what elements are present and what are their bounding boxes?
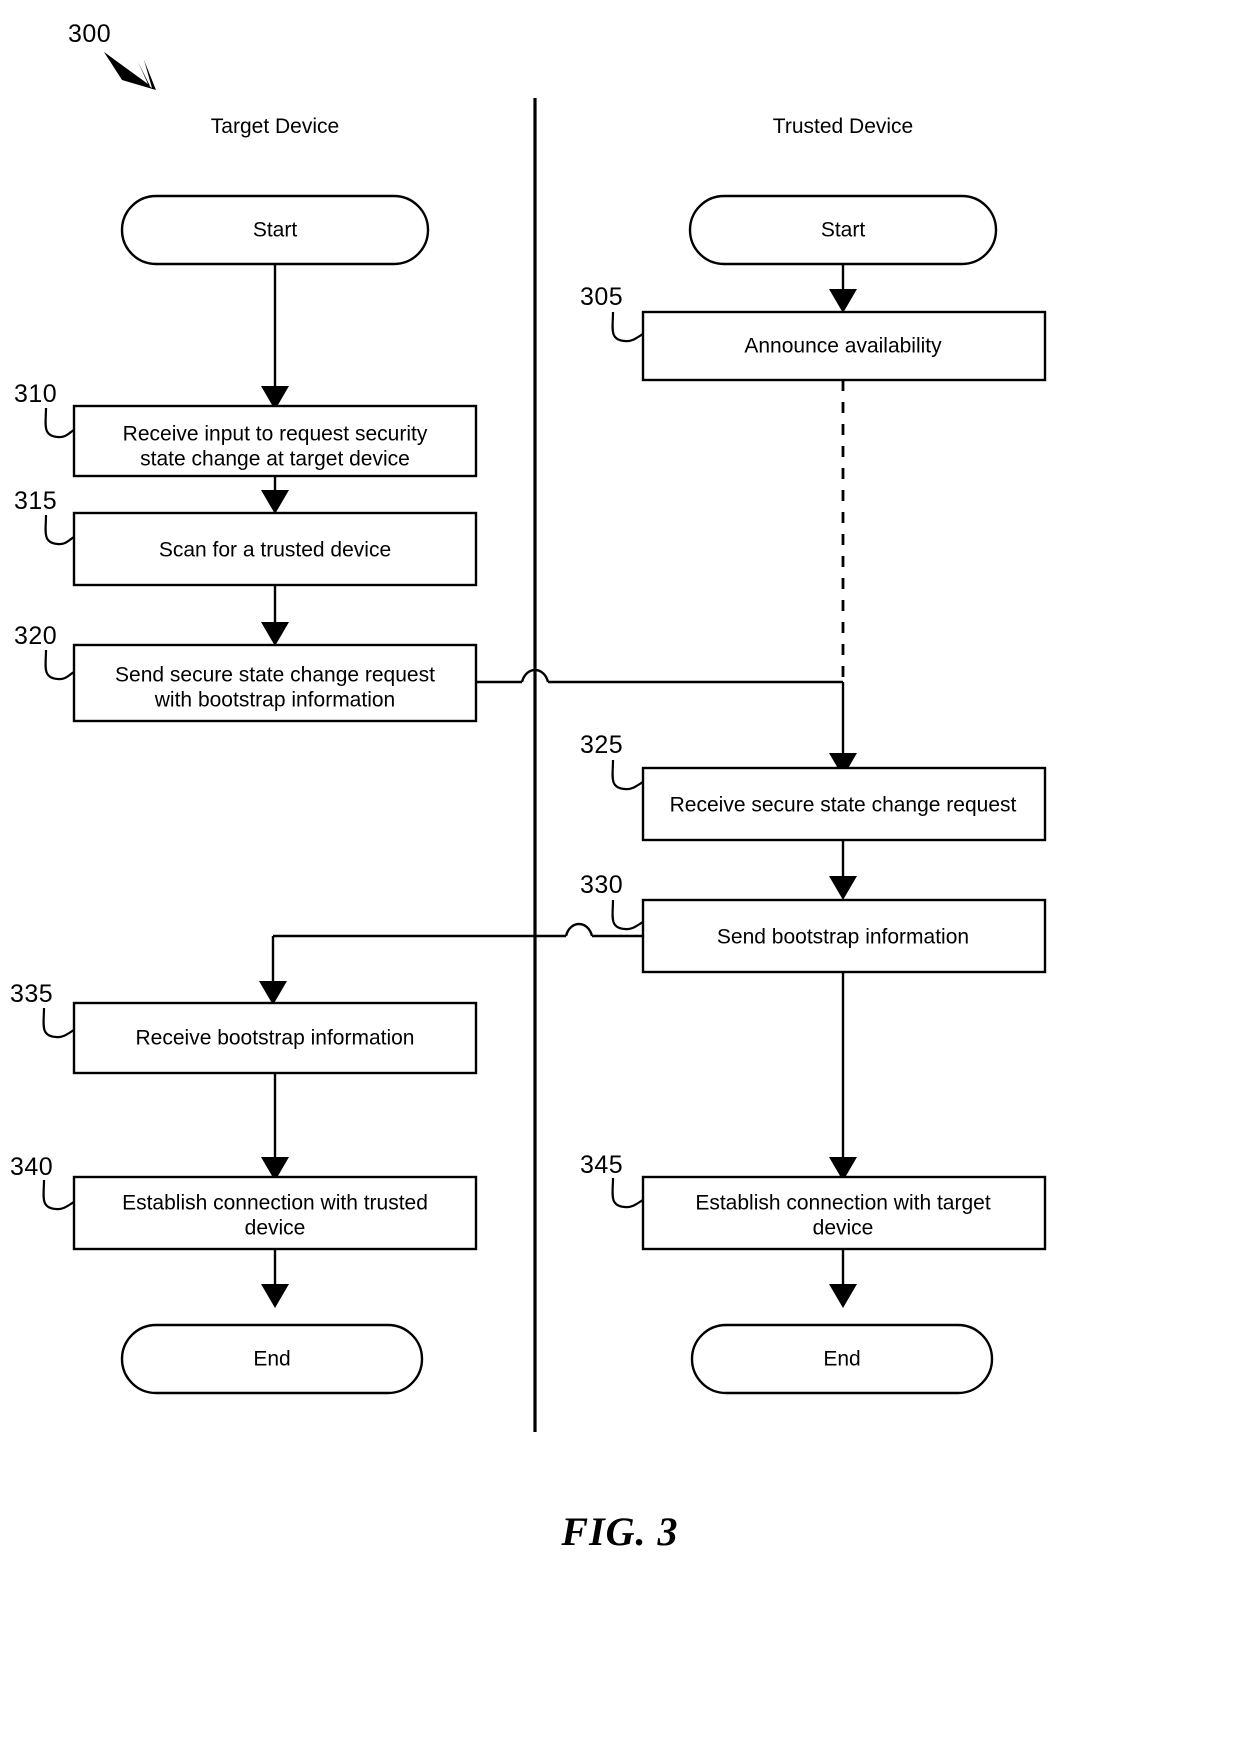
node-335-ref: 335 (10, 980, 53, 1008)
lane-title-target: Target Device (211, 115, 339, 138)
figure-ref-arrow-icon (104, 52, 156, 90)
node-320-ref: 320 (14, 622, 57, 650)
node-345-label-line2: device (813, 1217, 874, 1240)
node-340-label-line2: device (245, 1217, 306, 1240)
node-335-label-line1: Receive bootstrap information (136, 1027, 415, 1050)
node-345-label-line1: Establish connection with target (695, 1192, 990, 1215)
figure-caption: FIG. 3 (560, 1509, 678, 1554)
arrowhead-310-to-315 (261, 490, 289, 514)
node-335-leader-line (42, 1007, 75, 1039)
flowchart-diagram: 300 Target Device Trusted Device Start R… (10, 20, 1047, 1554)
node-305-leader-line (611, 311, 644, 343)
node-trusted-start-label: Start (821, 219, 866, 242)
flowline-320-to-325 (476, 668, 857, 777)
node-345-ref: 345 (580, 1151, 623, 1179)
node-305-ref: 305 (580, 283, 623, 311)
node-325-ref: 325 (580, 731, 623, 759)
arrowhead-340-to-end (261, 1284, 289, 1308)
node-305-label-line1: Announce availability (744, 335, 942, 358)
flowline-330-to-335 (259, 922, 643, 1005)
node-trusted-end-label: End (823, 1348, 860, 1371)
node-320-label-line2: with bootstrap information (154, 689, 395, 712)
node-340-ref: 340 (10, 1153, 53, 1181)
node-310-leader-line (44, 407, 75, 439)
node-310-label-line2: state change at target device (140, 448, 410, 471)
node-330-label-line1: Send bootstrap information (717, 926, 969, 949)
node-330-ref: 330 (580, 871, 623, 899)
node-315-leader-line (44, 514, 75, 546)
node-315-ref: 315 (14, 487, 57, 515)
lane-title-trusted: Trusted Device (773, 115, 913, 138)
node-325-leader-line (611, 759, 644, 791)
arrowhead-trusted-start-to-305 (829, 289, 857, 313)
node-330-leader-line (611, 899, 644, 931)
node-310-label-line1: Receive input to request security (123, 423, 428, 446)
node-320-leader-line (44, 649, 75, 681)
arrowhead-345-to-end (829, 1284, 857, 1308)
figure-ref-number: 300 (68, 20, 111, 48)
node-340-label-line1: Establish connection with trusted (122, 1192, 428, 1215)
node-target-start-label: Start (253, 219, 298, 242)
node-320-label-line1: Send secure state change request (115, 664, 435, 687)
node-345-leader-line (611, 1177, 644, 1209)
node-315-label-line1: Scan for a trusted device (159, 539, 391, 562)
arrowhead-325-to-330 (829, 876, 857, 900)
arrowhead-315-to-320 (261, 622, 289, 646)
node-340-leader-line (42, 1179, 75, 1211)
patent-figure: 300 Target Device Trusted Device Start R… (0, 0, 1240, 1752)
node-310-ref: 310 (14, 380, 57, 408)
node-325-label-line1: Receive secure state change request (670, 794, 1017, 817)
node-target-end-label: End (253, 1348, 290, 1371)
